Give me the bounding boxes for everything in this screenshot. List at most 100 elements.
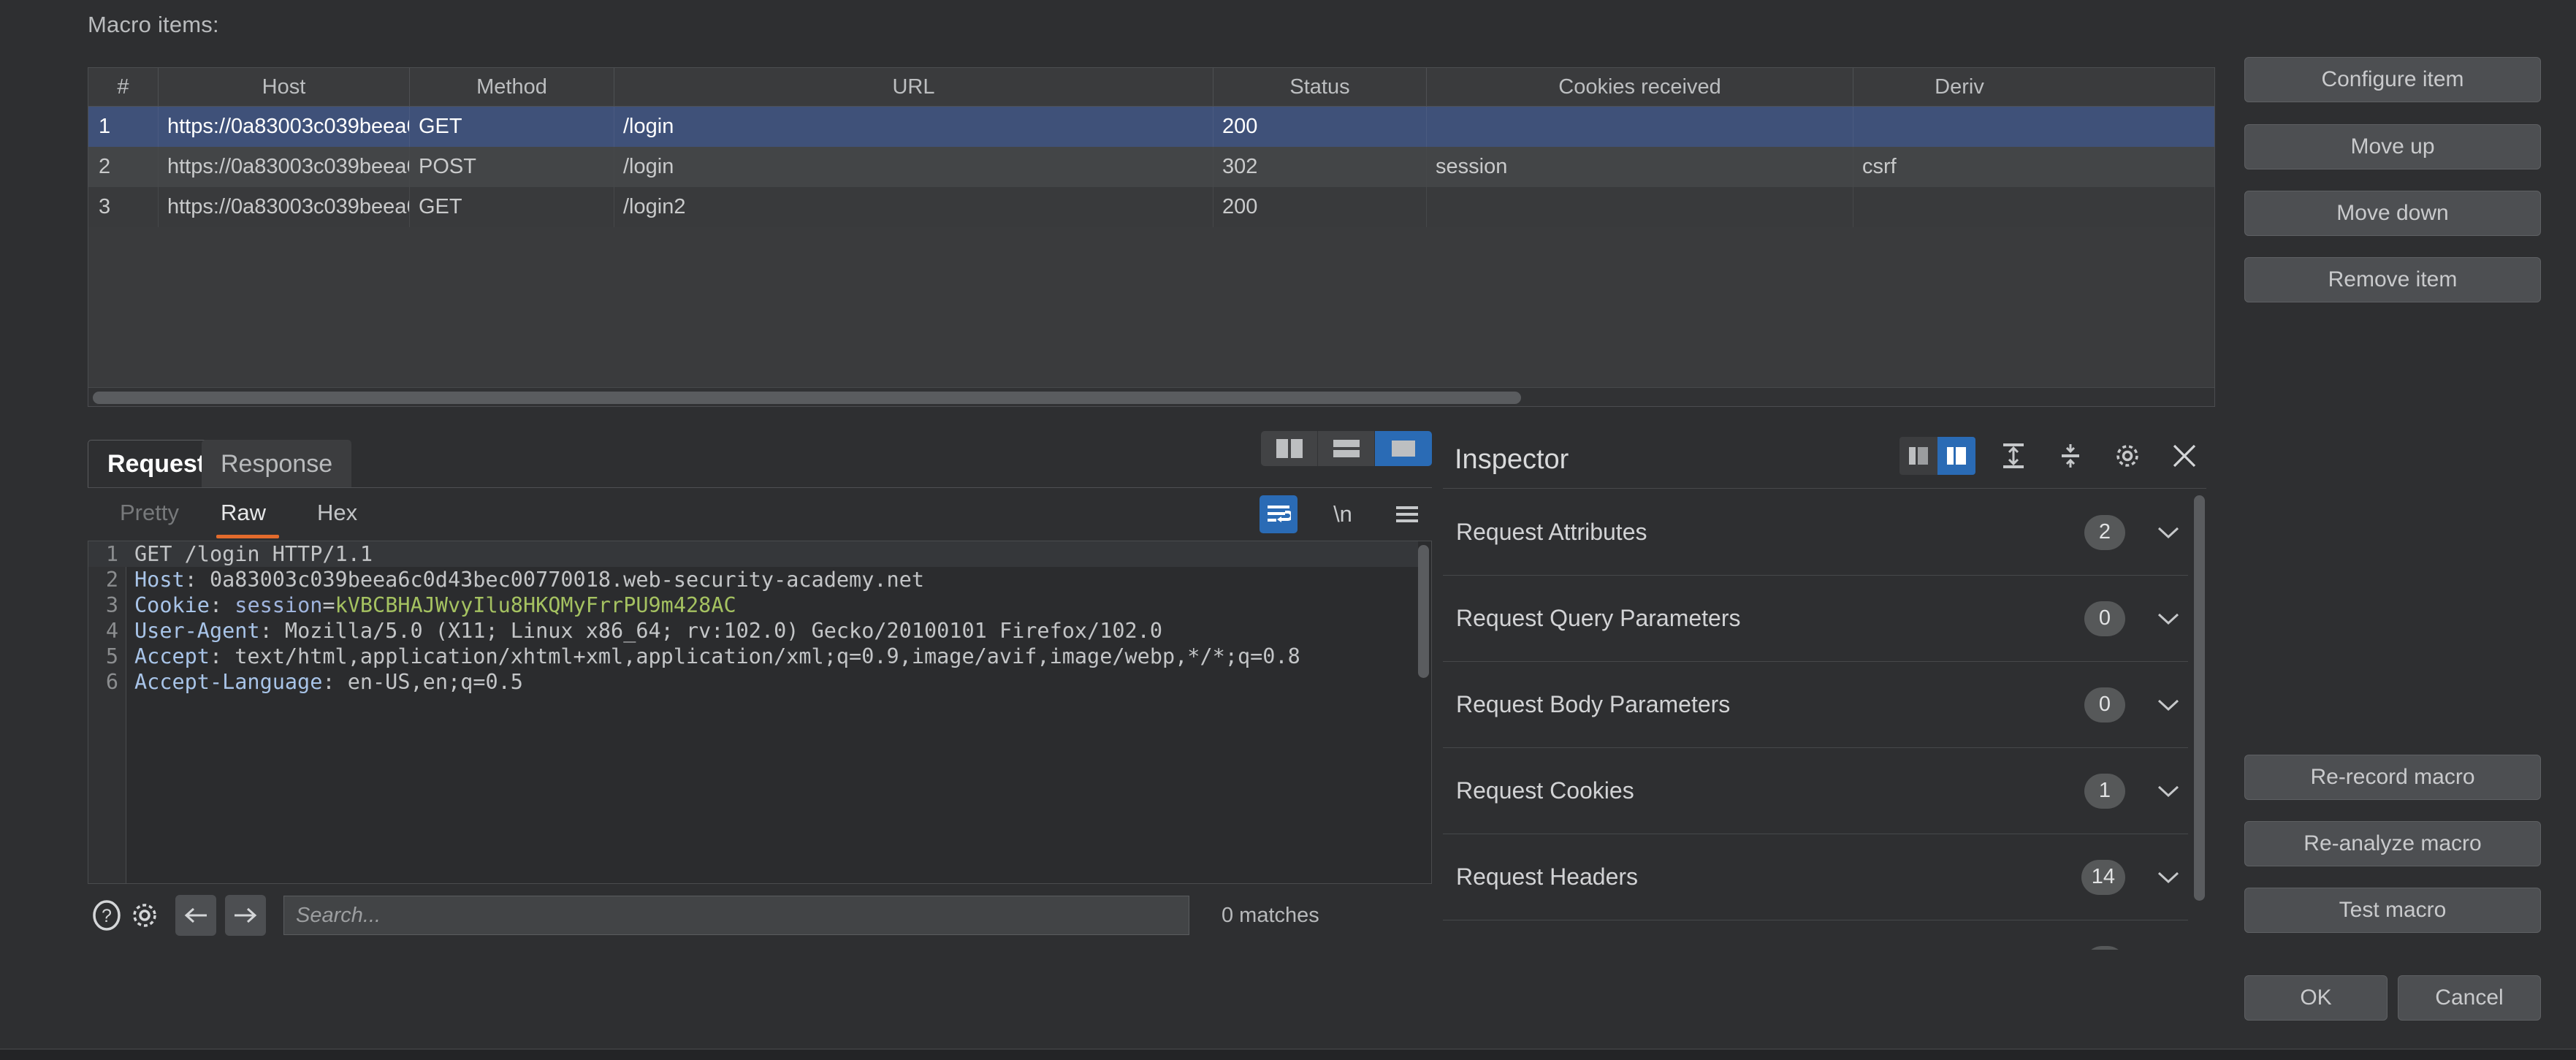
help-icon[interactable]: ? (88, 896, 126, 934)
configure-item-button[interactable]: Configure item (2244, 57, 2541, 102)
line-text: Accept-Language: en-US,en;q=0.5 (134, 670, 523, 694)
ok-button[interactable]: OK (2244, 975, 2388, 1021)
cell-index: 1 (88, 107, 159, 147)
chevron-down-icon[interactable] (2153, 611, 2184, 626)
cell-cookies (1427, 187, 1853, 227)
chevron-down-icon[interactable] (2153, 698, 2184, 712)
inspector-section-request-cookies[interactable]: Request Cookies 1 (1443, 748, 2188, 834)
close-icon[interactable] (2165, 437, 2203, 475)
cell-index: 3 (88, 187, 159, 227)
request-code-viewer[interactable]: 1 GET /login HTTP/1.1 2 Host: 0a83003c03… (88, 541, 1432, 884)
column-header-url[interactable]: URL (614, 68, 1213, 106)
layout-right-icon[interactable] (1937, 437, 1975, 475)
code-line: 2 Host: 0a83003c039beea6c0d43bec00770018… (88, 567, 1418, 592)
column-header-derived[interactable]: Deriv (1853, 68, 2065, 106)
column-header-method[interactable]: Method (410, 68, 614, 106)
move-down-button[interactable]: Move down (2244, 191, 2541, 236)
inspector-layout-toggle[interactable] (1899, 437, 1975, 475)
header-name: Host (134, 568, 185, 592)
line-number: 4 (105, 619, 118, 643)
format-pretty[interactable]: Pretty (114, 497, 185, 529)
section-count-badge: 2 (2084, 514, 2125, 550)
editor-toolbar-icons: \n (1260, 495, 1426, 533)
editor-search-bar: ? Search... 0 matches (88, 893, 1432, 938)
cell-derived (1853, 107, 2065, 147)
gear-icon[interactable] (126, 896, 164, 934)
inspector-section-response-headers[interactable]: Response Headers 3 (1443, 920, 2188, 950)
column-header-status[interactable]: Status (1213, 68, 1427, 106)
section-count-badge: 0 (2084, 600, 2125, 636)
chevron-down-icon[interactable] (2153, 525, 2184, 540)
chevron-down-icon[interactable] (2153, 870, 2184, 885)
search-input[interactable]: Search... (283, 896, 1189, 935)
cell-method: POST (410, 147, 614, 187)
cell-host: https://0a83003c039beea6c0... (159, 187, 410, 227)
inspector-scrollbar[interactable] (2194, 495, 2205, 901)
section-label: Request Query Parameters (1456, 605, 1741, 631)
tab-underline (88, 487, 1432, 488)
gear-icon[interactable] (2108, 437, 2146, 475)
table-row[interactable]: 1 https://0a83003c039beea6c0... GET /log… (88, 107, 2214, 147)
cell-derived (1853, 187, 2065, 227)
chevron-down-icon[interactable] (2153, 784, 2184, 798)
code-lines: 1 GET /login HTTP/1.1 2 Host: 0a83003c03… (88, 541, 1418, 883)
line-number: 3 (105, 593, 118, 617)
code-line: 6 Accept-Language: en-US,en;q=0.5 (88, 669, 1418, 695)
table-row[interactable]: 2 https://0a83003c039beea6c0... POST /lo… (88, 147, 2214, 187)
single-pane-layout-icon[interactable] (1375, 431, 1432, 466)
message-tabs: Request Response (88, 431, 1432, 488)
inspector-sections: Request Attributes 2 Request Query Param… (1443, 489, 2188, 950)
cell-status: 200 (1213, 107, 1427, 147)
layout-left-icon[interactable] (1899, 437, 1937, 475)
macro-items-table[interactable]: # Host Method URL Status Cookies receive… (88, 67, 2215, 407)
column-header-cookies[interactable]: Cookies received (1427, 68, 1853, 106)
move-up-button[interactable]: Move up (2244, 124, 2541, 169)
inspector-header: Inspector (1443, 431, 2206, 489)
code-line: 5 Accept: text/html,application/xhtml+xm… (88, 644, 1418, 669)
header-name: Accept (134, 644, 210, 668)
format-raw[interactable]: Raw (215, 497, 272, 529)
inspector-section-request-body-parameters[interactable]: Request Body Parameters 0 (1443, 662, 2188, 748)
cell-method: GET (410, 107, 614, 147)
search-previous-button[interactable] (175, 895, 216, 936)
word-wrap-icon[interactable] (1260, 495, 1297, 533)
line-text: GET /login HTTP/1.1 (134, 542, 373, 566)
inspector-section-request-headers[interactable]: Request Headers 14 (1443, 834, 2188, 920)
cell-cookies (1427, 107, 1853, 147)
re-analyze-macro-button[interactable]: Re-analyze macro (2244, 821, 2541, 866)
cancel-button[interactable]: Cancel (2398, 975, 2541, 1021)
cell-status: 302 (1213, 147, 1427, 187)
scrollbar-thumb[interactable] (93, 392, 1521, 404)
code-line: 4 User-Agent: Mozilla/5.0 (X11; Linux x8… (88, 618, 1418, 644)
search-next-button[interactable] (225, 895, 266, 936)
collapse-all-icon[interactable] (2051, 437, 2089, 475)
tab-response[interactable]: Response (202, 440, 352, 488)
inspector-section-request-query-parameters[interactable]: Request Query Parameters 0 (1443, 576, 2188, 662)
code-vertical-scrollbar[interactable] (1418, 545, 1429, 678)
editor-menu-icon[interactable] (1388, 495, 1426, 533)
macro-items-label: Macro items: (88, 12, 219, 37)
format-hex[interactable]: Hex (311, 497, 363, 529)
column-header-host[interactable]: Host (159, 68, 410, 106)
code-line: 3 Cookie: session=kVBCBHAJWvyIlu8HKQMyFr… (88, 592, 1418, 618)
inspector-tools (1899, 437, 2203, 475)
test-macro-button[interactable]: Test macro (2244, 888, 2541, 933)
column-header-index[interactable]: # (88, 68, 159, 106)
show-newlines-icon[interactable]: \n (1324, 495, 1362, 533)
layout-toggle-group[interactable] (1261, 431, 1432, 466)
section-label: Request Attributes (1456, 519, 1647, 545)
table-header-row: # Host Method URL Status Cookies receive… (88, 68, 2214, 107)
format-active-underline (216, 535, 279, 538)
inspector-panel: Inspector Request Attributes 2 Request Q… (1443, 431, 2206, 950)
cell-cookies: session (1427, 147, 1853, 187)
section-label: Request Body Parameters (1456, 691, 1731, 717)
stacked-layout-icon[interactable] (1318, 431, 1375, 466)
inspector-section-request-attributes[interactable]: Request Attributes 2 (1443, 489, 2188, 576)
remove-item-button[interactable]: Remove item (2244, 257, 2541, 302)
re-record-macro-button[interactable]: Re-record macro (2244, 755, 2541, 800)
side-by-side-layout-icon[interactable] (1261, 431, 1318, 466)
table-horizontal-scrollbar[interactable] (88, 387, 2214, 406)
table-row[interactable]: 3 https://0a83003c039beea6c0... GET /log… (88, 187, 2214, 227)
expand-all-icon[interactable] (1994, 437, 2032, 475)
line-text: Cookie: session=kVBCBHAJWvyIlu8HKQMyFrrP… (134, 593, 736, 617)
